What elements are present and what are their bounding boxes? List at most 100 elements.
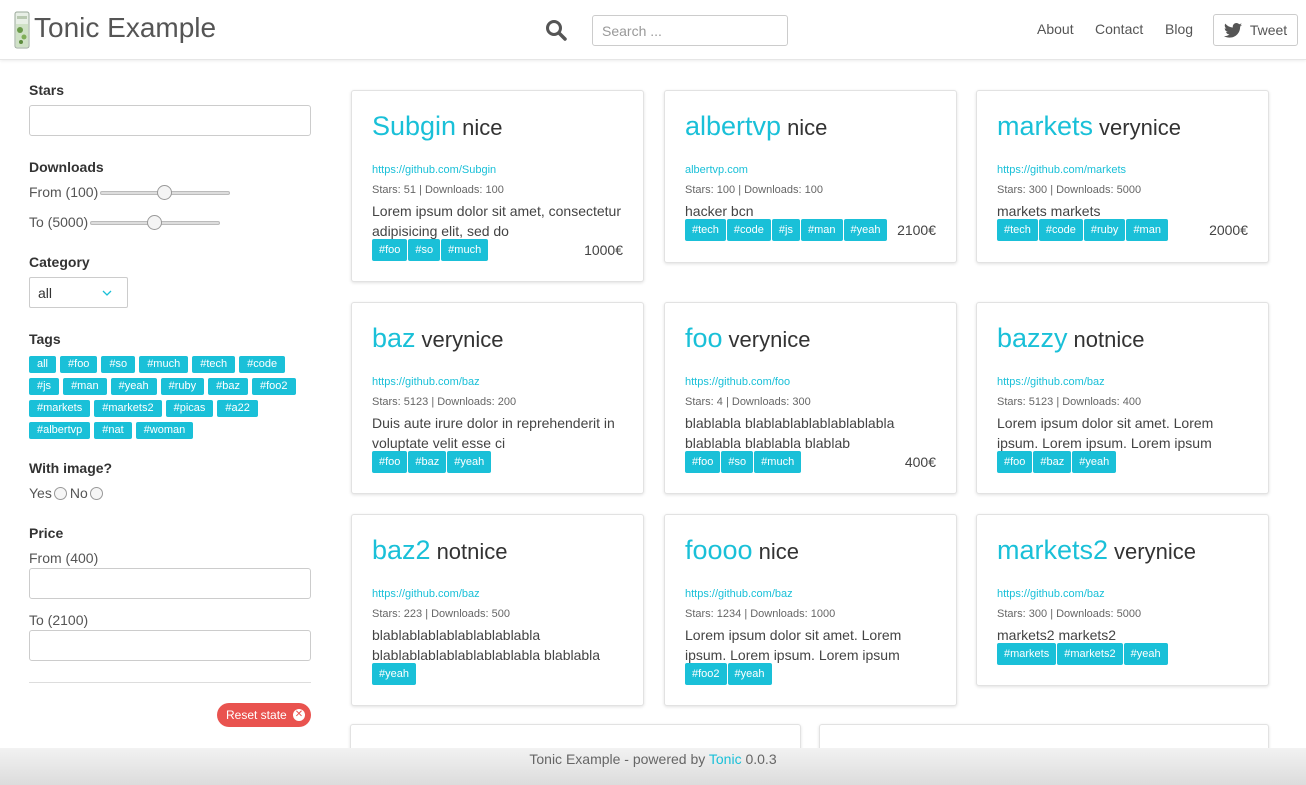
project-card[interactable]: foooo nice https://github.com/baz Stars: 12… [664,514,957,706]
card-url-link[interactable]: https://github.com/baz [997,588,1105,600]
card-tag[interactable]: #yeah [372,663,416,685]
reset-state-button[interactable]: Reset state ✕ [217,703,311,727]
card-name-link[interactable]: bazzy [997,323,1068,353]
image-no-radio[interactable] [89,486,103,500]
card-tag[interactable]: #code [726,219,771,241]
card-url-link[interactable]: albertvp.com [685,164,748,176]
card-name-link[interactable]: markets [997,111,1093,141]
card-tag[interactable]: #baz [408,451,447,473]
tag-filter-a22[interactable]: #a22 [217,400,258,417]
drink-glass-icon [14,11,30,49]
category-select[interactable]: all [29,277,128,308]
card-tag[interactable]: #so [721,451,754,473]
tag-filter-markets2[interactable]: #markets2 [94,400,162,417]
card-url-link[interactable]: https://github.com/baz [372,376,480,388]
nav-about-link[interactable]: About [1037,21,1074,37]
price-to-input[interactable] [29,630,311,661]
tag-filter-code[interactable]: #code [239,356,286,373]
project-card[interactable]: albertvp nice albertvp.com Stars: 100 | Dow… [664,90,957,263]
card-url-link[interactable]: https://github.com/foo [685,376,790,388]
tag-filter-js[interactable]: #js [29,378,60,395]
tag-filter-picas[interactable]: #picas [165,400,214,417]
card-tag[interactable]: #foo [685,451,721,473]
card-tag[interactable]: #ruby [1083,219,1126,241]
card-tag[interactable]: #foo [372,451,408,473]
downloads-from-slider-handle[interactable] [157,185,172,200]
tag-filter-list: all #foo #so #much #tech #code #js #man #yeah #r… [29,354,311,442]
tag-filter-so[interactable]: #so [101,356,136,373]
project-card[interactable]: foo verynice https://github.com/foo Stars: … [664,302,957,494]
card-tag[interactable]: #foo [997,451,1033,473]
card-tag[interactable]: #baz [1033,451,1072,473]
tag-filter-much[interactable]: #much [139,356,189,373]
tag-filter-nat[interactable]: #nat [94,422,132,439]
stars-input[interactable] [29,105,311,136]
search-input[interactable] [592,15,788,46]
card-tag[interactable]: #tech [685,219,726,241]
tag-filter-ruby[interactable]: #ruby [160,378,205,395]
top-navbar: Tonic Example About Contact Blog Tweet [0,0,1306,60]
image-filter-options: Yes No [29,485,106,501]
tag-filter-man[interactable]: #man [63,378,107,395]
tag-filter-baz[interactable]: #baz [208,378,248,395]
tag-filter-woman[interactable]: #woman [135,422,194,439]
card-title: markets verynice [997,111,1181,142]
card-tag[interactable]: #js [771,219,800,241]
card-tag[interactable]: #man [1126,219,1168,241]
project-card[interactable]: markets verynice https://github.com/market… [976,90,1269,263]
card-tag[interactable]: #foo [372,239,408,261]
tag-filter-albertvp[interactable]: #albertvp [29,422,91,439]
footer-tonic-link[interactable]: Tonic [709,751,742,767]
project-card[interactable]: baz verynice https://github.com/baz Stars: … [351,302,644,494]
price-from-input[interactable] [29,568,311,599]
card-name-link[interactable]: baz [372,323,416,353]
tag-filter-tech[interactable]: #tech [192,356,236,373]
project-card[interactable]: Subgin nice https://github.com/Subgin Stars… [351,90,644,282]
image-yes-radio[interactable] [53,486,67,500]
downloads-from-slider[interactable] [100,185,230,200]
card-tag[interactable]: #man [800,219,843,241]
card-name-link[interactable]: foooo [685,535,753,565]
tag-filter-foo2[interactable]: #foo2 [251,378,296,395]
card-title: baz2 notnice [372,535,508,566]
nav-contact-link[interactable]: Contact [1095,21,1143,37]
card-tag[interactable]: #much [441,239,489,261]
card-url-link[interactable]: https://github.com/baz [685,588,793,600]
card-url-link[interactable]: https://github.com/baz [372,588,480,600]
card-tag[interactable]: #foo2 [685,663,727,685]
card-tag[interactable]: #yeah [1123,643,1168,665]
card-tag[interactable]: #yeah [447,451,492,473]
card-name-link[interactable]: foo [685,323,723,353]
project-card[interactable]: baz2 notnice https://github.com/baz Stars: … [351,514,644,706]
tweet-button[interactable]: Tweet [1213,14,1298,46]
search-icon[interactable] [545,19,567,41]
card-tag[interactable]: #yeah [727,663,772,685]
brand-title[interactable]: Tonic Example [34,12,216,44]
card-tag[interactable]: #yeah [1072,451,1117,473]
card-tag[interactable]: #tech [997,219,1038,241]
card-tag[interactable]: #much [754,451,802,473]
tag-filter-all[interactable]: all [29,356,57,373]
card-name-link[interactable]: albertvp [685,111,781,141]
project-card[interactable]: bazzy notnice https://github.com/baz Stars:… [976,302,1269,494]
card-name-link[interactable]: markets2 [997,535,1108,565]
tag-filter-yeah[interactable]: #yeah [110,378,157,395]
card-url-link[interactable]: https://github.com/baz [997,376,1105,388]
card-tag[interactable]: #so [408,239,441,261]
card-url-link[interactable]: https://github.com/Subgin [372,164,496,176]
card-tag[interactable]: #code [1038,219,1083,241]
card-name-link[interactable]: baz2 [372,535,431,565]
tag-filter-markets[interactable]: #markets [29,400,91,417]
card-rating: verynice [728,327,811,352]
card-tag[interactable]: #yeah [843,219,888,241]
card-tag[interactable]: #markets [997,643,1057,665]
card-url-link[interactable]: https://github.com/markets [997,164,1126,176]
downloads-to-slider[interactable] [90,215,220,230]
card-rating: nice [462,115,503,140]
card-tag[interactable]: #markets2 [1057,643,1123,665]
project-card[interactable]: markets2 verynice https://github.com/baz St… [976,514,1269,686]
downloads-to-slider-handle[interactable] [147,215,162,230]
nav-blog-link[interactable]: Blog [1165,21,1193,37]
tag-filter-foo[interactable]: #foo [60,356,98,373]
card-name-link[interactable]: Subgin [372,111,456,141]
